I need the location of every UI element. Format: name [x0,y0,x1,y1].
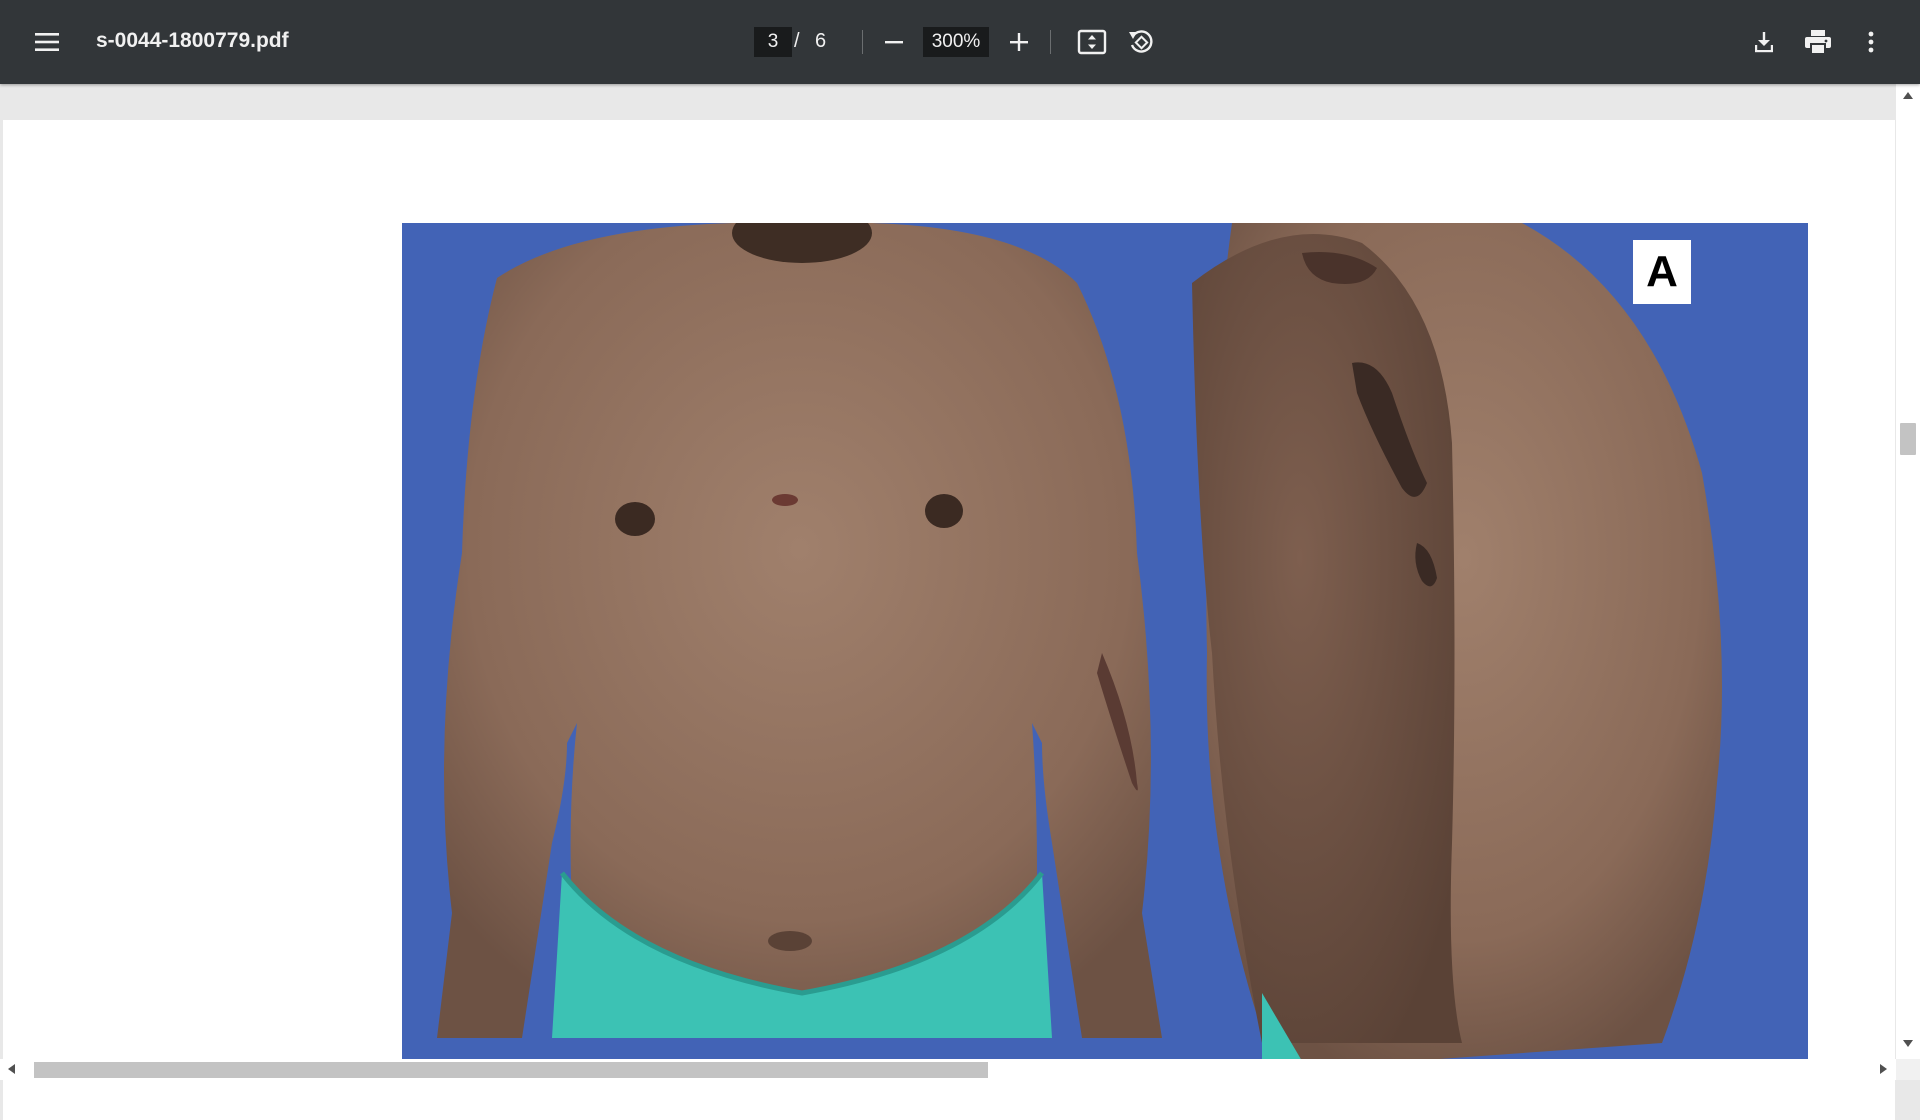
zoom-out-button[interactable] [873,21,915,63]
vertical-scroll-thumb[interactable] [1900,423,1916,455]
fit-to-page-icon [1077,29,1107,55]
minus-icon [883,31,905,53]
menu-button[interactable] [26,21,68,63]
download-icon [1752,30,1776,54]
more-vertical-icon [1867,30,1875,54]
print-button[interactable] [1797,21,1839,63]
scroll-left-arrow-icon[interactable] [8,1064,15,1074]
zoom-in-button[interactable] [998,21,1040,63]
download-button[interactable] [1743,21,1785,63]
hamburger-menu-icon [34,31,60,53]
document-title: s-0044-1800779.pdf [96,29,289,52]
scroll-down-arrow-icon[interactable] [1903,1040,1913,1047]
pdf-page: A [3,120,1895,1120]
print-icon [1804,29,1832,55]
horizontal-scrollbar[interactable] [0,1059,1896,1080]
page-separator: / [794,30,800,52]
toolbar-divider [862,30,863,54]
more-options-button[interactable] [1850,21,1892,63]
pdf-viewer[interactable]: A [0,84,1920,1120]
rotate-button[interactable] [1120,21,1162,63]
scrollbar-corner [1896,1059,1920,1080]
scroll-up-arrow-icon[interactable] [1903,92,1913,99]
vertical-scrollbar[interactable] [1896,84,1920,1059]
figure-panel-label: A [1633,240,1691,304]
total-pages: 6 [815,30,827,52]
pdf-toolbar: s-0044-1800779.pdf / 6 [0,0,1920,84]
rotate-counterclockwise-icon [1127,28,1155,56]
toolbar-divider [1050,30,1051,54]
clinical-photograph: A [402,223,1808,1061]
horizontal-scroll-thumb[interactable] [34,1062,988,1078]
zoom-level-input[interactable] [923,27,989,57]
scroll-right-arrow-icon[interactable] [1880,1064,1887,1074]
plus-icon [1008,31,1030,53]
patient-torso-illustration [402,223,1808,1061]
page-number-input[interactable] [754,27,792,57]
fit-to-page-button[interactable] [1071,21,1113,63]
